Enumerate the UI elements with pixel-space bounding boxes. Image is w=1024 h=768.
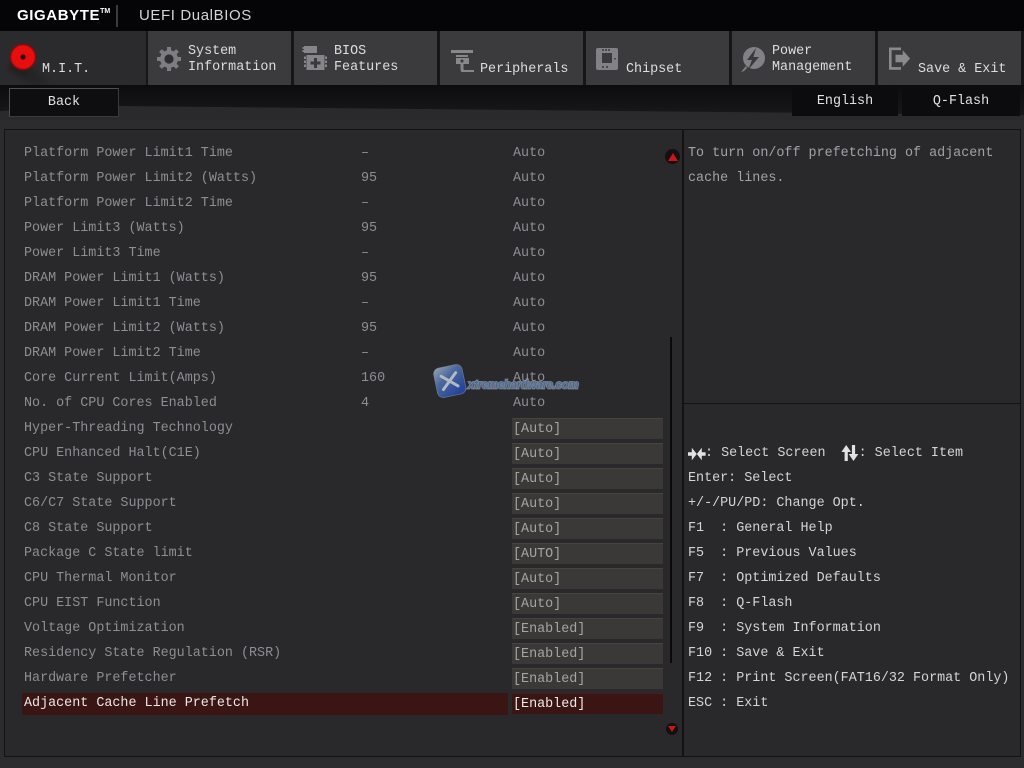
svg-text:xtremehardware.com: xtremehardware.com <box>467 380 578 392</box>
